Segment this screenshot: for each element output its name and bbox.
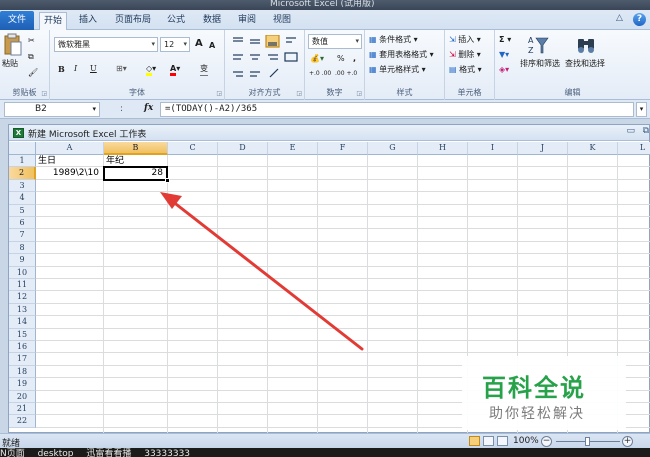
zoom-in-icon[interactable]: + (622, 436, 633, 447)
taskbar: N页面 desktop 迅雷看看播 33333333 (0, 448, 650, 457)
watermark: 百科全说 助你轻松解决 (462, 356, 626, 430)
page-break-view-icon[interactable] (497, 436, 508, 446)
zoom-out-icon[interactable]: − (541, 436, 552, 447)
watermark-title: 百科全说 (482, 374, 586, 402)
zoom-level[interactable]: 100% (513, 436, 539, 446)
watermark-subtitle: 助你轻松解决 (489, 406, 585, 422)
page-layout-view-icon[interactable] (483, 436, 494, 446)
status-bar: 就绪 100% − + (0, 433, 650, 449)
zoom-slider-thumb[interactable] (585, 437, 590, 446)
taskbar-text: N页面 desktop 迅雷看看播 33333333 (0, 449, 191, 457)
normal-view-icon[interactable] (469, 436, 480, 446)
